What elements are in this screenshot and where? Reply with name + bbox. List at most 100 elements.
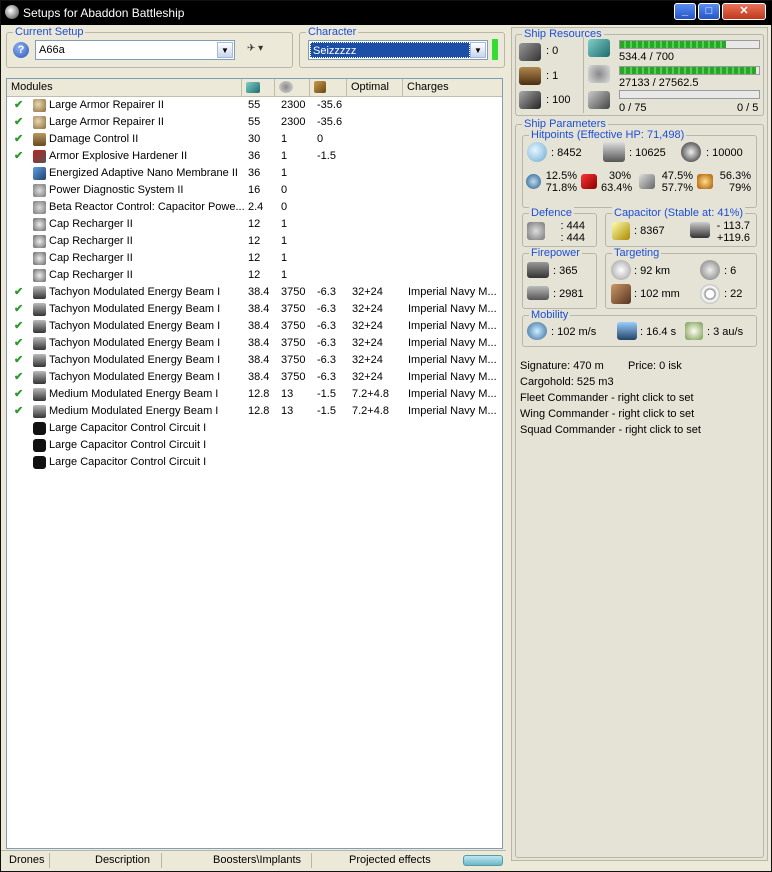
module-row[interactable]: Energized Adaptive Nano Membrane II 36 1 xyxy=(7,165,502,182)
module-name: Cap Recharger II xyxy=(49,269,133,281)
module-powergrid: 1 xyxy=(281,133,288,145)
warp-speed-icon xyxy=(685,322,703,340)
active-check-icon[interactable]: ✔ xyxy=(14,318,23,335)
module-name: Medium Modulated Energy Beam I xyxy=(49,405,219,417)
module-name: Large Capacitor Control Circuit I xyxy=(49,456,207,468)
module-cpu: 38.4 xyxy=(248,286,270,298)
module-row[interactable]: Cap Recharger II 12 1 xyxy=(7,233,502,250)
module-cpu: 12 xyxy=(248,252,261,264)
module-row[interactable]: Large Capacitor Control Circuit I xyxy=(7,437,502,454)
module-row[interactable]: ✔ Damage Control II 30 1 0 xyxy=(7,131,502,148)
module-row[interactable]: ✔ Medium Modulated Energy Beam I 12.8 13 -1.… xyxy=(7,386,502,403)
character-select[interactable]: Seizzzzz ▼ xyxy=(308,40,488,60)
chevron-down-icon[interactable]: ▼ xyxy=(470,42,486,58)
module-charges: Imperial Navy M... xyxy=(408,354,497,366)
module-powergrid: 13 xyxy=(281,405,294,417)
module-row[interactable]: Cap Recharger II 12 1 xyxy=(7,216,502,233)
tab-scroll-button[interactable] xyxy=(463,855,503,866)
active-check-icon[interactable]: ✔ xyxy=(14,335,23,352)
module-row[interactable]: ✔ Tachyon Modulated Energy Beam I 38.4 3750… xyxy=(7,369,502,386)
modules-list[interactable]: Modules Optimal Charges ✔ Large Armor Rep… xyxy=(6,78,503,849)
ship-info-panel: Ship Resources : 0 : 1 : 100 534.4 / 700… xyxy=(511,27,768,861)
targeting-legend: Targeting xyxy=(612,247,662,259)
module-cpu: 12 xyxy=(248,218,261,230)
module-powergrid: 0 xyxy=(281,184,288,196)
active-check-icon[interactable]: ✔ xyxy=(14,386,23,403)
active-check-icon[interactable]: ✔ xyxy=(14,369,23,386)
minimize-button[interactable]: _ xyxy=(674,3,696,20)
active-check-icon[interactable]: ✔ xyxy=(14,114,23,131)
module-cpu: 12.8 xyxy=(248,388,270,400)
active-check-icon[interactable]: ✔ xyxy=(14,131,23,148)
active-check-icon[interactable]: ✔ xyxy=(14,301,23,318)
module-cpu: 38.4 xyxy=(248,320,270,332)
module-optimal: 32+24 xyxy=(352,354,383,366)
module-row[interactable]: Large Capacitor Control Circuit I xyxy=(7,420,502,437)
module-row[interactable]: ✔ Tachyon Modulated Energy Beam I 38.4 3750… xyxy=(7,352,502,369)
module-row[interactable]: Large Capacitor Control Circuit I xyxy=(7,454,502,471)
col-optimal[interactable]: Optimal xyxy=(347,79,403,96)
ship-menu-button[interactable]: ✈ ▾ xyxy=(247,43,277,59)
cpu-value: 534.4 / 700 xyxy=(619,51,675,63)
capacitor-legend: Capacitor (Stable at: 41%) xyxy=(612,207,746,219)
active-check-icon[interactable]: ✔ xyxy=(14,403,23,420)
chevron-down-icon[interactable]: ▼ xyxy=(217,42,233,58)
armor-repairer-icon xyxy=(33,99,46,112)
power-diagnostic-icon xyxy=(33,184,46,197)
capacitor-rate-icon xyxy=(690,222,710,238)
module-powergrid: 3750 xyxy=(281,320,306,332)
tab-drones[interactable]: Drones xyxy=(9,854,44,866)
active-check-icon[interactable]: ✔ xyxy=(14,352,23,369)
wing-commander-slot[interactable]: Wing Commander - right click to set xyxy=(520,408,694,420)
character-status-indicator xyxy=(492,39,498,60)
max-targets-value: : 6 xyxy=(724,265,737,277)
module-name: Armor Explosive Hardener II xyxy=(49,150,188,162)
cpu-icon xyxy=(588,39,610,57)
module-row[interactable]: ✔ Medium Modulated Energy Beam I 12.8 13 -1.… xyxy=(7,403,502,420)
active-check-icon[interactable]: ✔ xyxy=(14,284,23,301)
setup-select[interactable]: A66a ▼ xyxy=(35,40,235,60)
module-row[interactable]: Power Diagnostic System II 16 0 xyxy=(7,182,502,199)
energy-beam-icon xyxy=(33,371,46,384)
active-check-icon[interactable]: ✔ xyxy=(14,148,23,165)
module-row[interactable]: ✔ Tachyon Modulated Energy Beam I 38.4 3750… xyxy=(7,284,502,301)
module-row[interactable]: Cap Recharger II 12 1 xyxy=(7,250,502,267)
tab-description[interactable]: Description xyxy=(95,854,150,866)
active-check-icon[interactable]: ✔ xyxy=(14,97,23,114)
module-powergrid: 1 xyxy=(281,150,288,162)
fleet-commander-slot[interactable]: Fleet Commander - right click to set xyxy=(520,392,694,404)
modules-header: Modules Optimal Charges xyxy=(7,79,502,97)
module-row[interactable]: Cap Recharger II 12 1 xyxy=(7,267,502,284)
col-modules[interactable]: Modules xyxy=(7,79,242,96)
module-row[interactable]: ✔ Tachyon Modulated Energy Beam I 38.4 3750… xyxy=(7,335,502,352)
module-row[interactable]: ✔ Tachyon Modulated Energy Beam I 38.4 3750… xyxy=(7,301,502,318)
cap-recharger-icon xyxy=(33,252,46,265)
module-row[interactable]: ✔ Large Armor Repairer II 55 2300 -35.6 xyxy=(7,97,502,114)
module-powergrid: 13 xyxy=(281,388,294,400)
col-capacitor[interactable] xyxy=(310,79,347,96)
module-powergrid: 3750 xyxy=(281,286,306,298)
title-bar[interactable]: Setups for Abaddon Battleship _ □ ✕ xyxy=(1,1,772,25)
turret-hardpoints-value: : 0 xyxy=(546,45,559,57)
tab-boosters-implants[interactable]: Boosters\Implants xyxy=(213,854,301,866)
help-icon[interactable]: ? xyxy=(13,42,29,58)
col-cpu[interactable] xyxy=(242,79,275,96)
cpu-bar-fill xyxy=(620,41,726,48)
armor-repairer-icon xyxy=(33,116,46,129)
module-row[interactable]: ✔ Armor Explosive Hardener II 36 1 -1.5 xyxy=(7,148,502,165)
close-button[interactable]: ✕ xyxy=(722,3,766,20)
col-charges[interactable]: Charges xyxy=(403,79,502,96)
module-row[interactable]: Beta Reactor Control: Capacitor Powe... 2… xyxy=(7,199,502,216)
module-row[interactable]: ✔ Large Armor Repairer II 55 2300 -35.6 xyxy=(7,114,502,131)
calibration-value: : 100 xyxy=(546,94,571,106)
col-powergrid[interactable] xyxy=(275,79,310,96)
maximize-button[interactable]: □ xyxy=(698,3,720,20)
squad-commander-slot[interactable]: Squad Commander - right click to set xyxy=(520,424,701,436)
tab-projected-effects[interactable]: Projected effects xyxy=(349,854,431,866)
module-row[interactable]: ✔ Tachyon Modulated Energy Beam I 38.4 3750… xyxy=(7,318,502,335)
module-name: Cap Recharger II xyxy=(49,235,133,247)
capacitor-icon xyxy=(612,222,630,240)
explosive-resist-values: 56.3% 79% xyxy=(719,170,751,194)
mobility-legend: Mobility xyxy=(529,309,571,321)
energy-beam-icon xyxy=(33,320,46,333)
